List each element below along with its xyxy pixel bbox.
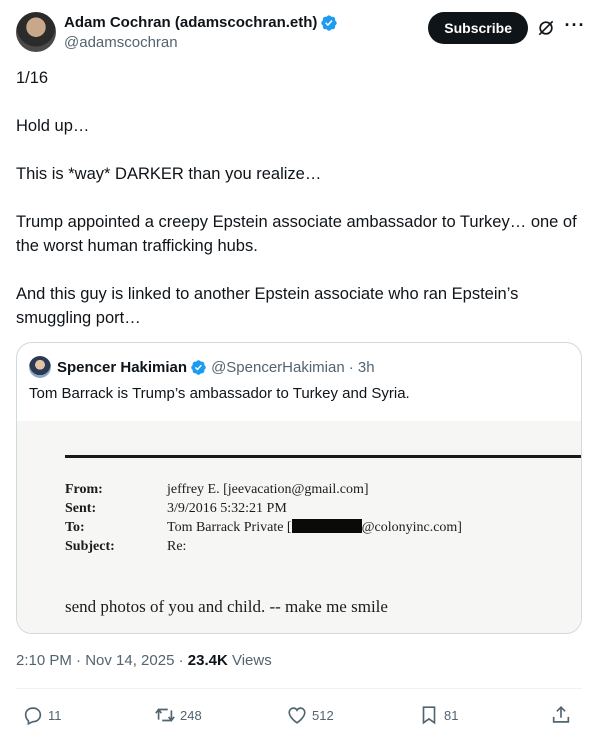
reply-count: 11 [48, 707, 62, 723]
heart-icon [288, 707, 306, 724]
repost-button[interactable]: 248 [154, 703, 214, 727]
reply-icon [24, 707, 42, 726]
share-icon [552, 706, 570, 723]
subscribe-button[interactable]: Subscribe [428, 12, 528, 44]
reply-button[interactable]: 11 [22, 703, 82, 727]
author-name-block: Adam Cochran (adamscochran.eth) @adamsco… [64, 13, 338, 53]
document-rule [65, 455, 581, 458]
email-from-label: From: [65, 482, 103, 497]
email-row-sent: Sent: 3/9/2016 5:32:21 PM [65, 499, 462, 518]
quoted-author-avatar [29, 356, 51, 378]
email-row-from: From: jeffrey E. [jeevacation@gmail.com] [65, 480, 462, 499]
action-bar: 11 248 512 81 [22, 700, 576, 730]
email-subject-value: Re: [167, 539, 187, 554]
divider [16, 688, 582, 689]
quoted-tweet[interactable]: Spencer Hakimian @SpencerHakimian · 3h T… [16, 342, 582, 634]
bookmark-icon [422, 706, 436, 725]
like-count: 512 [312, 707, 334, 723]
quoted-author-name: Spencer Hakimian [57, 358, 188, 376]
views-count: 23.4K [187, 652, 228, 669]
quoted-author-handle: @SpencerHakimian [211, 358, 345, 376]
email-to-label: To: [65, 520, 85, 535]
email-row-subject: Subject: Re: [65, 537, 462, 556]
tweet-paragraph: This is *way* DARKER than you realize… [16, 165, 322, 183]
tweet-text: 1/16 Hold up… This is *way* DARKER than … [16, 66, 586, 354]
email-headers: From: jeffrey E. [jeevacation@gmail.com]… [65, 480, 462, 556]
quoted-tweet-time: · 3h [348, 358, 375, 376]
email-body: send photos of you and child. -- make me… [65, 597, 388, 616]
verified-badge-icon [191, 359, 206, 375]
tweet-paragraph: And this guy is linked to another Epstei… [16, 285, 519, 327]
repost-count: 248 [180, 707, 202, 723]
bookmark-button[interactable]: 81 [418, 703, 478, 727]
email-to-suffix: @colonyinc.com] [361, 520, 462, 535]
tweet-paragraph: Trump appointed a creepy Epstein associa… [16, 213, 577, 255]
email-to-value: Tom Barrack Private [ @colonyinc.com] [167, 518, 462, 537]
author-avatar[interactable] [16, 12, 56, 52]
grok-icon[interactable] [536, 18, 556, 38]
email-to-prefix: Tom Barrack Private [ [167, 520, 292, 535]
tweet-timestamp[interactable]: 2:10 PM · Nov 14, 2025 · [16, 652, 188, 669]
quoted-tweet-image[interactable]: From: jeffrey E. [jeevacation@gmail.com]… [17, 421, 581, 633]
share-button[interactable] [550, 703, 576, 727]
like-button[interactable]: 512 [286, 703, 346, 727]
redaction-bar [291, 519, 362, 533]
tweet-paragraph: 1/16 [16, 69, 49, 87]
verified-badge-icon [321, 15, 338, 31]
author-display-name-text[interactable]: Adam Cochran (adamscochran.eth) [64, 13, 317, 33]
quoted-tweet-text: Tom Barrack is Trump’s ambassador to Tur… [29, 385, 410, 402]
email-row-to: To: Tom Barrack Private [ @colonyinc.com] [65, 518, 462, 537]
tweet-header: Adam Cochran (adamscochran.eth) @adamsco… [16, 12, 586, 56]
tweet-meta: 2:10 PM · Nov 14, 2025 · 23.4K Views [16, 652, 272, 669]
author-handle[interactable]: @adamscochran [64, 33, 338, 53]
email-sent-label: Sent: [65, 501, 97, 516]
bookmark-count: 81 [444, 707, 459, 723]
email-subject-label: Subject: [65, 539, 115, 554]
quoted-tweet-header: Spencer Hakimian @SpencerHakimian · 3h [29, 356, 375, 378]
email-from-value: jeffrey E. [jeevacation@gmail.com] [167, 482, 369, 497]
more-options-icon[interactable]: ··· [564, 16, 586, 38]
tweet-paragraph: Hold up… [16, 117, 90, 135]
author-display-name[interactable]: Adam Cochran (adamscochran.eth) [64, 13, 338, 33]
views-label: Views [227, 652, 272, 669]
email-sent-value: 3/9/2016 5:32:21 PM [167, 501, 287, 516]
repost-icon [155, 708, 175, 722]
